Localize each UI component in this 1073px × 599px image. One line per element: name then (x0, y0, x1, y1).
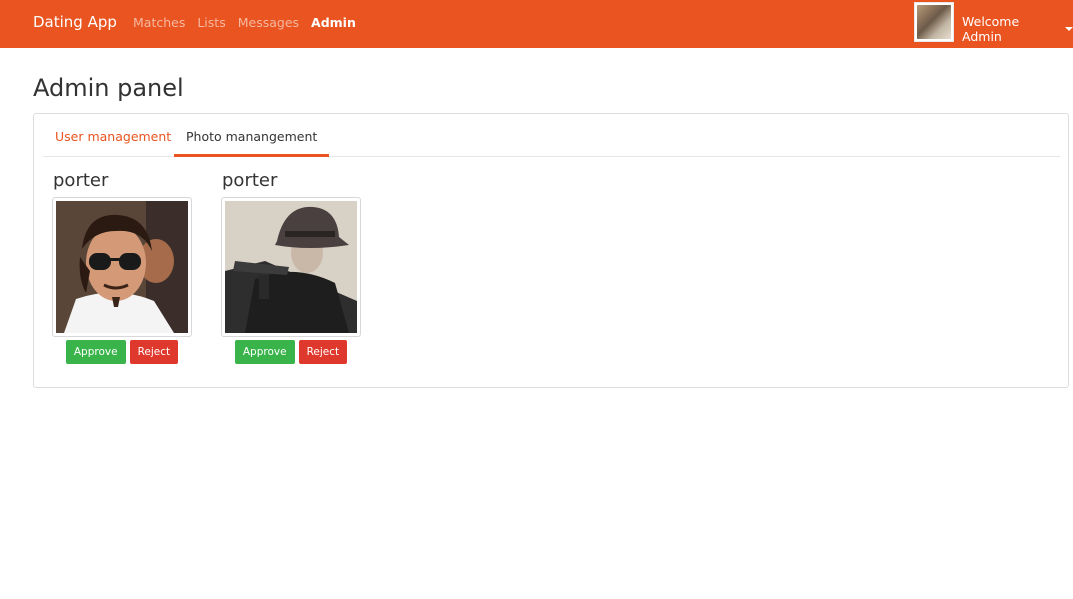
avatar[interactable] (914, 2, 954, 42)
avatar-image (917, 5, 951, 39)
tab-photo-management[interactable]: Photo manangement (174, 114, 330, 157)
admin-panel: User management Photo manangement porter… (33, 113, 1069, 388)
photo-thumbnail (221, 197, 361, 337)
caret-down-icon (1065, 27, 1073, 31)
photo-card: porter Approve Reject (52, 170, 202, 364)
reject-button[interactable]: Reject (298, 340, 348, 364)
tab-user-management[interactable]: User management (43, 114, 183, 157)
photo-username: porter (53, 170, 109, 191)
photo-username: porter (222, 170, 278, 191)
page-title: Admin panel (33, 74, 184, 102)
photo-actions: Approve Reject (52, 340, 192, 364)
photo-card: porter Approve Reject (221, 170, 371, 364)
user-dropdown[interactable]: Welcome Admin (962, 14, 1073, 44)
portrait-photo (225, 201, 357, 333)
approve-button[interactable]: Approve (234, 340, 295, 364)
reject-button[interactable]: Reject (129, 340, 179, 364)
photo-thumbnail (52, 197, 192, 337)
nav-link-matches[interactable]: Matches (133, 15, 185, 30)
nav-link-admin[interactable]: Admin (311, 15, 356, 30)
approve-button[interactable]: Approve (65, 340, 126, 364)
tab-bar: User management Photo manangement (43, 114, 1060, 157)
nav-link-lists[interactable]: Lists (197, 15, 225, 30)
portrait-photo (56, 201, 188, 333)
photo-actions: Approve Reject (221, 340, 361, 364)
welcome-label: Welcome Admin (962, 14, 1020, 44)
nav-link-messages[interactable]: Messages (238, 15, 299, 30)
brand-link[interactable]: Dating App (33, 13, 117, 31)
navbar: Dating App Matches Lists Messages Admin … (0, 0, 1073, 48)
nav-links: Matches Lists Messages Admin (133, 15, 368, 30)
